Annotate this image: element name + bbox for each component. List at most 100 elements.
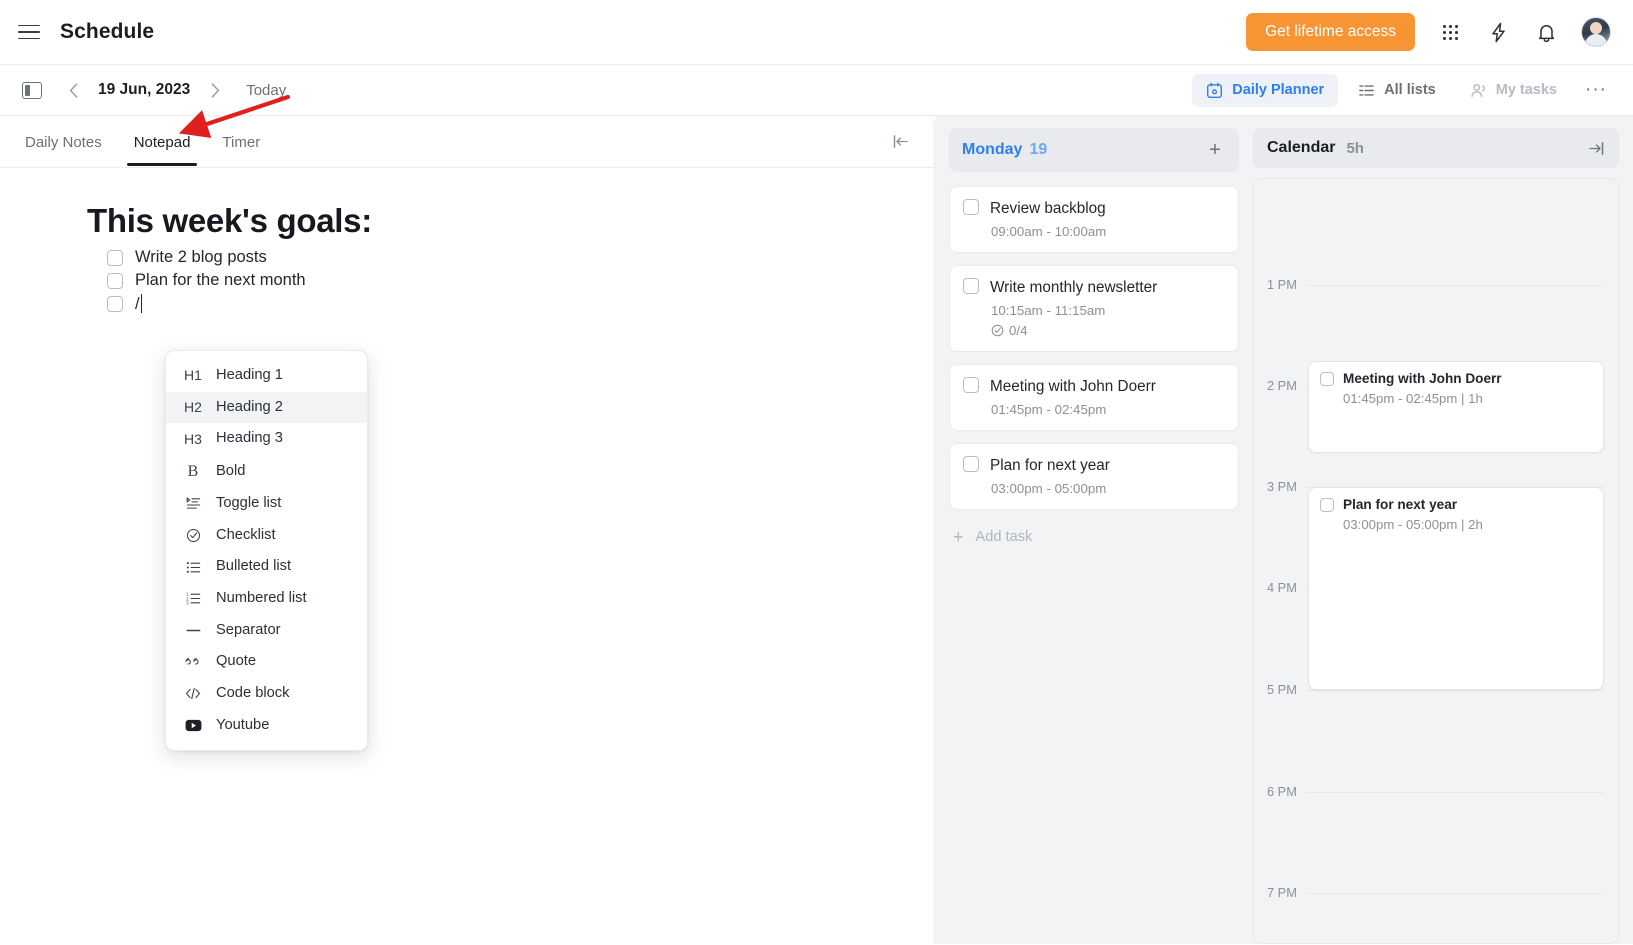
note-heading: This week's goals: [87, 202, 372, 239]
task-checkbox[interactable] [963, 377, 979, 394]
event-time: 03:00pm - 05:00pm | 2h [1343, 517, 1483, 533]
checkbox-icon[interactable] [107, 272, 123, 289]
slash-command-menu[interactable]: H1 Heading 1 H2 Heading 2 H3 Heading 3 B… [165, 350, 368, 752]
event-title: Meeting with John Doerr [1343, 371, 1502, 386]
hour-label: 7 PM [1267, 884, 1297, 900]
list-icon [1359, 84, 1374, 96]
checklist-icon [182, 528, 204, 543]
tab-notepad[interactable]: Notepad [126, 119, 198, 166]
tasks-panel-header: Monday 19 + [949, 128, 1239, 172]
task-row[interactable]: Review backblog 09:00am - 10:00am [949, 186, 1239, 254]
bell-icon[interactable] [1533, 19, 1559, 45]
hamburger-icon[interactable] [18, 19, 44, 45]
slash-item-numbered-list[interactable]: 1 2 3 Numbered list [166, 583, 367, 615]
slash-item-label: Toggle list [216, 495, 282, 512]
hour-label: 3 PM [1267, 478, 1297, 494]
note-checklist-label: Plan for the next month [135, 271, 306, 289]
hour-label: 4 PM [1267, 579, 1297, 595]
slash-item-quote[interactable]: Quote [166, 646, 367, 678]
task-row[interactable]: Meeting with John Doerr 01:45pm - 02:45p… [949, 364, 1239, 432]
task-time: 03:00pm - 05:00pm [991, 481, 1107, 497]
code-block-icon [182, 686, 204, 701]
tab-daily-notes[interactable]: Daily Notes [22, 119, 105, 165]
hour-label: 2 PM [1267, 377, 1297, 393]
today-button[interactable]: Today [246, 82, 286, 99]
view-switcher: Daily Planner All lists My tasks ··· [1192, 73, 1611, 107]
task-title: Review backblog [990, 200, 1106, 217]
note-checklist-item[interactable]: Plan for the next month [107, 269, 847, 292]
slash-item-checklist[interactable]: Checklist [166, 520, 367, 552]
heading-3-icon: H3 [184, 430, 202, 447]
current-date[interactable]: 19 Jun, 2023 [86, 81, 202, 99]
next-day-button[interactable] [202, 77, 228, 103]
add-task-button[interactable]: + Add task [949, 522, 1239, 552]
task-row[interactable]: Write monthly newsletter 10:15am - 11:15… [949, 265, 1239, 353]
tab-all-lists[interactable]: All lists [1344, 74, 1450, 107]
calendar-event[interactable]: Meeting with John Doerr 01:45pm - 02:45p… [1308, 361, 1604, 453]
tab-timer[interactable]: Timer [219, 119, 263, 165]
quote-icon [182, 655, 204, 670]
calendar-duration: 5h [1346, 139, 1364, 157]
sub-toolbar: 19 Jun, 2023 Today Daily Planner All lis… [0, 64, 1633, 116]
plus-icon: + [953, 527, 964, 548]
task-checkbox[interactable] [963, 278, 979, 295]
youtube-icon [182, 719, 204, 732]
calendar-time-grid[interactable]: 1 PM 2 PM 3 PM 4 PM 5 PM 6 PM 7 PM Meeti… [1253, 178, 1619, 944]
add-task-label: Add task [975, 529, 1033, 546]
task-checkbox[interactable] [963, 199, 979, 215]
slash-item-label: Heading 3 [216, 430, 283, 447]
slash-item-heading-1[interactable]: H1 Heading 1 [166, 360, 367, 392]
calendar-header: Calendar 5h [1253, 128, 1619, 168]
avatar[interactable] [1581, 17, 1611, 47]
tab-all-lists-label: All lists [1384, 82, 1436, 98]
task-subtask-count: 0/4 [991, 323, 1225, 338]
slash-item-heading-3[interactable]: H3 Heading 3 [166, 423, 367, 455]
slash-item-bold[interactable]: B Bold [166, 455, 367, 488]
event-checkbox[interactable] [1320, 372, 1334, 386]
svg-text:3: 3 [186, 601, 189, 606]
lightning-icon[interactable] [1485, 19, 1511, 45]
calendar-event[interactable]: Plan for next year 03:00pm - 05:00pm | 2… [1308, 487, 1604, 690]
notepad-editor[interactable]: This week's goals: Write 2 blog posts Pl… [0, 168, 934, 944]
hour-gridline [1306, 791, 1604, 793]
hour-gridline [1306, 284, 1604, 286]
slash-item-youtube[interactable]: Youtube [166, 710, 367, 742]
note-checklist-item-active[interactable]: / [107, 292, 847, 316]
task-row[interactable]: Plan for next year 03:00pm - 05:00pm [949, 443, 1239, 511]
slash-item-label: Code block [216, 684, 290, 701]
task-time: 09:00am - 10:00am [991, 224, 1107, 240]
tasks-panel: Monday 19 + Review backblog 09:00am - 10… [935, 116, 1253, 944]
slash-item-toggle-list[interactable]: Toggle list [166, 488, 367, 520]
separator-icon [182, 623, 204, 638]
slash-item-code-block[interactable]: Code block [166, 678, 367, 710]
apps-grid-icon[interactable] [1437, 19, 1463, 45]
checkbox-icon[interactable] [107, 249, 123, 266]
slash-item-label: Bold [216, 462, 246, 479]
note-slash-input[interactable]: / [135, 294, 142, 314]
slash-item-heading-2[interactable]: H2 Heading 2 [166, 391, 367, 424]
heading-1-icon: H1 [184, 367, 202, 384]
collapse-right-icon[interactable] [1588, 141, 1605, 156]
tab-my-tasks[interactable]: My tasks [1456, 74, 1571, 107]
top-bar-actions: Get lifetime access [1246, 13, 1611, 51]
add-task-icon[interactable]: + [1204, 139, 1226, 161]
tasks-day-number: 19 [1029, 141, 1048, 158]
note-document: This week's goals: Write 2 blog posts Pl… [87, 202, 847, 316]
task-time: 01:45pm - 02:45pm [991, 402, 1107, 418]
note-checklist-item[interactable]: Write 2 blog posts [107, 246, 847, 269]
people-icon [1471, 83, 1485, 97]
calendar-title: Calendar [1267, 139, 1336, 156]
get-lifetime-access-button[interactable]: Get lifetime access [1246, 13, 1415, 51]
tab-daily-planner[interactable]: Daily Planner [1192, 73, 1339, 107]
event-checkbox[interactable] [1320, 498, 1334, 512]
note-checklist-label: Write 2 blog posts [135, 248, 267, 266]
checkbox-icon[interactable] [107, 296, 123, 312]
sidebar-toggle-icon[interactable] [22, 81, 42, 99]
task-checkbox[interactable] [963, 456, 979, 473]
top-bar: Schedule Get lifetime access [0, 0, 1633, 64]
prev-day-button[interactable] [60, 77, 86, 103]
more-options-button[interactable]: ··· [1581, 75, 1611, 105]
collapse-left-icon[interactable] [888, 130, 912, 154]
slash-item-separator[interactable]: Separator [166, 615, 367, 647]
slash-item-bulleted-list[interactable]: Bulleted list [166, 551, 367, 583]
